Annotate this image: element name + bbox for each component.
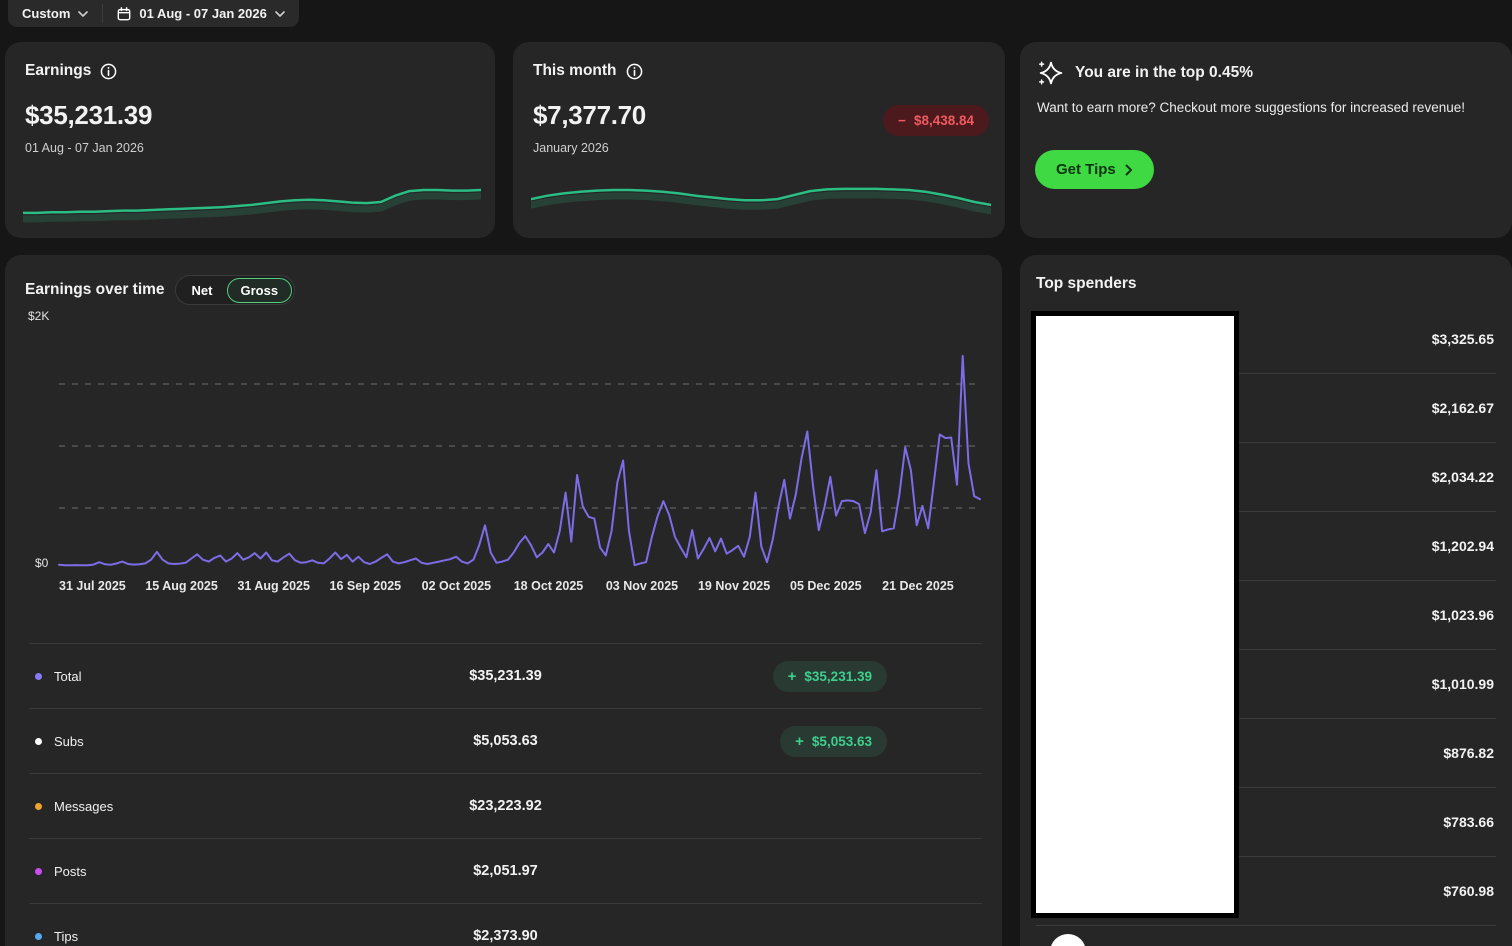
badge-amount: $5,053.63	[812, 734, 872, 749]
row-label: Posts	[54, 864, 87, 879]
info-icon[interactable]	[100, 63, 117, 80]
date-range-dropdown[interactable]: 01 Aug - 07 Jan 2026	[103, 0, 298, 27]
spender-amount: $2,162.67	[1432, 400, 1496, 416]
row-label: Subs	[54, 734, 84, 749]
x-tick: 31 Jul 2025	[59, 579, 126, 593]
earnings-amount: $35,231.39	[25, 100, 152, 131]
row-value: $2,373.90	[347, 928, 665, 944]
minus-sign: −	[898, 113, 906, 128]
x-tick: 03 Nov 2025	[606, 579, 678, 593]
this-month-amount: $7,377.70	[533, 100, 646, 131]
x-tick: 16 Sep 2025	[330, 579, 402, 593]
date-filter-bar: Custom 01 Aug - 07 Jan 2026	[8, 0, 299, 27]
earnings-over-time-panel: Earnings over time Net Gross $2K $0 31 J…	[5, 255, 1002, 946]
this-month-sparkline	[531, 180, 991, 224]
x-tick: 19 Nov 2025	[698, 579, 770, 593]
plus-sign: +	[795, 734, 804, 749]
x-tick: 31 Aug 2025	[237, 579, 310, 593]
top-percent-description: Want to earn more? Checkout more suggest…	[1037, 99, 1467, 117]
x-tick: 15 Aug 2025	[145, 579, 218, 593]
row-value: $2,051.97	[347, 863, 665, 879]
avatar	[1050, 934, 1086, 946]
tips-series-dot	[35, 933, 42, 940]
toggle-net[interactable]: Net	[178, 278, 227, 303]
spender-amount: $760.98	[1443, 883, 1496, 899]
top-percent-title: You are in the top 0.45%	[1075, 64, 1253, 82]
total-series-dot	[35, 673, 42, 680]
spender-amount: $1,202.94	[1432, 538, 1496, 554]
breakdown-row-subs[interactable]: Subs $5,053.63 + $5,053.63	[29, 708, 982, 773]
earnings-card: Earnings $35,231.39 01 Aug - 07 Jan 2026	[5, 42, 495, 238]
breakdown-row-messages[interactable]: Messages $23,223.92	[29, 773, 982, 838]
x-tick: 05 Dec 2025	[790, 579, 862, 593]
row-value: $5,053.63	[347, 733, 665, 749]
get-tips-button[interactable]: Get Tips	[1035, 150, 1154, 189]
earnings-period: 01 Aug - 07 Jan 2026	[25, 141, 144, 155]
subs-series-dot	[35, 738, 42, 745]
earnings-sparkline	[23, 180, 481, 224]
x-tick: 02 Oct 2025	[422, 579, 492, 593]
chevron-right-icon	[1125, 164, 1133, 176]
spender-amount: $1,010.99	[1432, 676, 1496, 692]
chevron-down-icon	[275, 11, 285, 17]
privacy-redaction-box	[1031, 311, 1239, 918]
info-icon[interactable]	[626, 63, 643, 80]
main-content: Earnings over time Net Gross $2K $0 31 J…	[5, 255, 1512, 946]
range-preset-dropdown[interactable]: Custom	[8, 0, 102, 27]
sparkle-icon	[1036, 58, 1066, 88]
y-axis-min-label: $0	[35, 556, 48, 570]
top-percent-card: You are in the top 0.45% Want to earn mo…	[1020, 42, 1512, 238]
spender-amount: $783.66	[1443, 814, 1496, 830]
calendar-icon	[117, 7, 131, 21]
breakdown-row-total[interactable]: Total $35,231.39 + $35,231.39	[29, 643, 982, 708]
positive-change-badge: + $5,053.63	[780, 726, 887, 757]
stat-cards-row: Earnings $35,231.39 01 Aug - 07 Jan 2026…	[5, 42, 1512, 238]
posts-series-dot	[35, 868, 42, 875]
breakdown-row-posts[interactable]: Posts $2,051.97	[29, 838, 982, 903]
toggle-gross[interactable]: Gross	[227, 278, 293, 303]
date-range-label: 01 Aug - 07 Jan 2026	[139, 6, 266, 21]
top-spenders-panel: Top spenders $3,325.65 $2,162.67 $2,034.…	[1020, 255, 1512, 946]
spender-amount: $876.82	[1443, 745, 1496, 761]
row-value: $23,223.92	[347, 798, 665, 814]
breakdown-row-tips[interactable]: Tips $2,373.90	[29, 903, 982, 946]
plus-sign: +	[788, 669, 797, 684]
x-axis-labels: 31 Jul 2025 15 Aug 2025 31 Aug 2025 16 S…	[59, 579, 980, 595]
row-label: Messages	[54, 799, 113, 814]
spender-amount: $1,023.96	[1432, 607, 1496, 623]
row-value: $35,231.39	[347, 668, 665, 684]
this-month-card: This month $7,377.70 January 2026 − $8,4…	[513, 42, 1005, 238]
earnings-card-title: Earnings	[25, 62, 91, 80]
negative-change-badge: − $8,438.84	[883, 105, 989, 136]
earnings-breakdown-table: Total $35,231.39 + $35,231.39 Subs $5,053…	[29, 643, 982, 946]
x-tick: 18 Oct 2025	[514, 579, 584, 593]
negative-change-amount: $8,438.84	[914, 113, 974, 128]
spender-amount: $2,034.22	[1432, 469, 1496, 485]
range-preset-label: Custom	[22, 6, 70, 21]
top-spenders-title: Top spenders	[1036, 275, 1136, 293]
badge-amount: $35,231.39	[804, 669, 872, 684]
messages-series-dot	[35, 803, 42, 810]
net-gross-toggle: Net Gross	[175, 275, 296, 305]
earnings-line-chart[interactable]	[59, 322, 980, 570]
y-axis-max-label: $2K	[28, 309, 49, 323]
this-month-period: January 2026	[533, 141, 609, 155]
row-label: Total	[54, 669, 81, 684]
x-tick: 21 Dec 2025	[882, 579, 954, 593]
spender-amount: $3,325.65	[1432, 331, 1496, 347]
chevron-down-icon	[78, 11, 88, 17]
get-tips-label: Get Tips	[1056, 161, 1116, 178]
chart-title: Earnings over time	[25, 281, 165, 299]
this-month-card-title: This month	[533, 62, 617, 80]
row-label: Tips	[54, 929, 78, 944]
positive-change-badge: + $35,231.39	[773, 661, 887, 692]
